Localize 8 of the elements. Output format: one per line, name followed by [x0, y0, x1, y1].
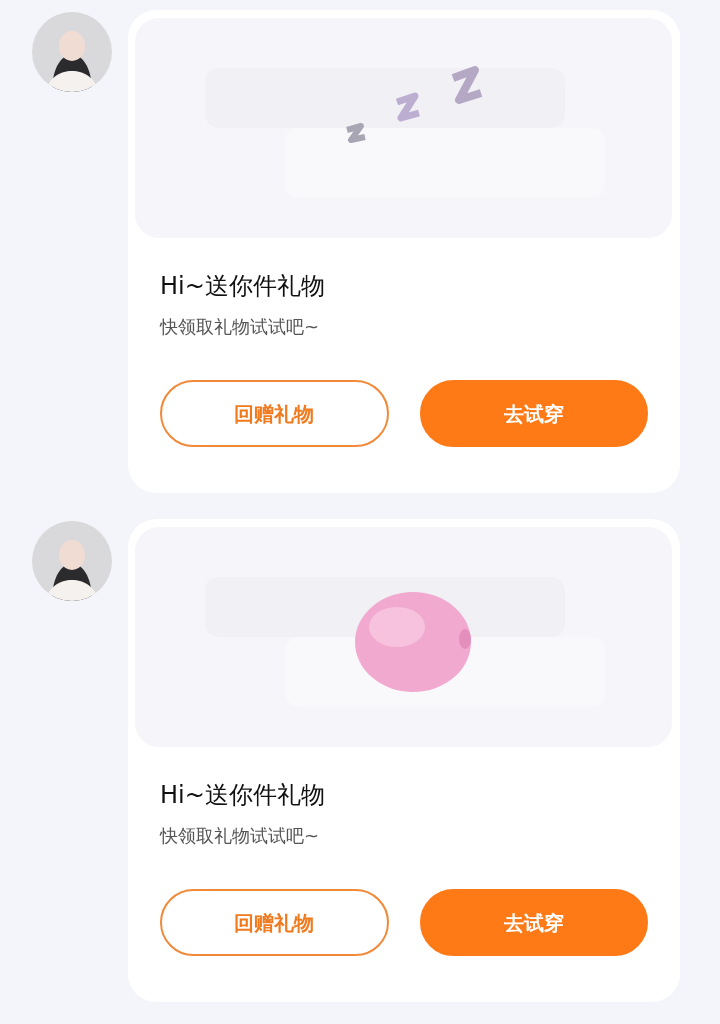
- card-title: Hi~送你件礼物: [160, 271, 326, 302]
- try-on-button[interactable]: 去试穿: [419, 380, 648, 447]
- try-on-button[interactable]: 去试穿: [419, 889, 648, 956]
- return-gift-button[interactable]: 回赠礼物: [160, 889, 389, 956]
- card-title: Hi~送你件礼物: [160, 780, 326, 811]
- card-subtitle: 快领取礼物试试吧~: [160, 824, 321, 848]
- return-gift-button[interactable]: 回赠礼物: [160, 380, 389, 447]
- card-subtitle: 快领取礼物试试吧~: [160, 315, 321, 339]
